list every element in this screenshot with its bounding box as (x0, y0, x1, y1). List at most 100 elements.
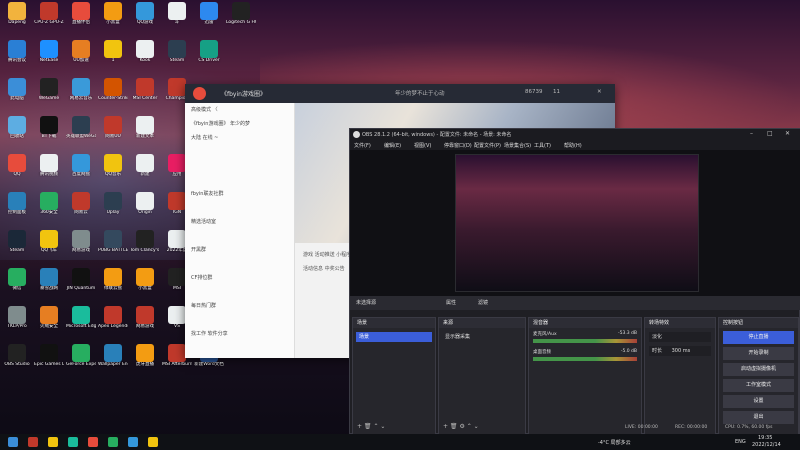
desktop-icon[interactable]: 虎牙直播 (130, 344, 160, 378)
desktop-icon[interactable]: CS Driver (194, 40, 224, 74)
desktop-icon[interactable]: 网易游戏 (66, 230, 96, 264)
maximize-icon[interactable]: □ (767, 130, 773, 137)
obs-window[interactable]: OBS 28.1.2 (64-bit, windows) - 配置文件: 未命名… (349, 128, 800, 435)
chat-sidebar-item[interactable] (185, 159, 294, 173)
obs-preview[interactable] (350, 150, 800, 296)
desktop-icon[interactable]: 小黑盒 (130, 268, 160, 302)
desktop-icon[interactable]: Origin (130, 192, 160, 226)
desktop-icon[interactable]: PUBG BATTLEGROUNDS (98, 230, 128, 264)
scene-item[interactable]: 场景 (356, 332, 432, 342)
control-button[interactable]: 设置 (723, 395, 794, 408)
properties-button[interactable]: 属性 (446, 299, 456, 306)
desktop-icon[interactable]: 网易游戏 (130, 306, 160, 340)
chat-sidebar-item[interactable]: CF排位群 (185, 271, 294, 285)
chat-titlebar[interactable]: 《fbyin游戏圈》 年少的梦不止于心动 86739 11 ✕ (185, 84, 615, 103)
desktop-icon[interactable]: Uplay (98, 192, 128, 226)
folder-icon[interactable] (48, 437, 58, 447)
minimize-icon[interactable]: – (750, 130, 753, 137)
start-icon[interactable] (8, 437, 18, 447)
desktop-icon[interactable]: 直播伴侣 (66, 2, 96, 36)
chat-sidebar-item[interactable] (185, 173, 294, 187)
chat-sidebar-item[interactable]: 开黑群 (185, 243, 294, 257)
language-indicator[interactable]: ENG (735, 439, 746, 445)
chat-sidebar-item[interactable] (185, 201, 294, 215)
desktop-icon[interactable]: 控制面板 (2, 192, 32, 226)
desktop-icon[interactable]: 英雄联盟WeGame版 (66, 116, 96, 150)
obs-menu-item[interactable]: 视图(V) (414, 142, 431, 149)
chat-sidebar-item[interactable]: fbyin联友社群 (185, 187, 294, 201)
app-icon-2[interactable] (88, 437, 98, 447)
desktop-icon[interactable]: 小黑盒 (98, 2, 128, 36)
control-button[interactable]: 开始录制 (723, 347, 794, 360)
chat-sidebar-item[interactable]: 找工作 软件分享 (185, 327, 294, 341)
desktop-icon[interactable]: QQ音乐 (98, 154, 128, 188)
desktop-icon[interactable]: OBS Studio (2, 344, 32, 378)
desktop-icon[interactable]: 1 (98, 40, 128, 74)
desktop-icon[interactable]: UU加速 (66, 40, 96, 74)
desktop-icon[interactable]: 腾讯视频 (34, 154, 64, 188)
app-icon-1[interactable] (28, 437, 38, 447)
desktop-icon[interactable]: 网易UU (98, 116, 128, 150)
clock-date[interactable]: 2022/12/14 (752, 442, 781, 448)
desktop-icon[interactable]: 斗 (162, 2, 192, 36)
desktop-icon[interactable]: 百度网盘 (66, 154, 96, 188)
desktop-icon[interactable]: 绿联云盘 (98, 268, 128, 302)
desktop-icon[interactable]: NetEase (34, 40, 64, 74)
desktop-icon[interactable]: 暴雪战网 (34, 268, 64, 302)
desktop-icon[interactable]: MSI Center (130, 78, 160, 112)
obs-menu-item[interactable]: 帮助(H) (564, 142, 582, 149)
desktop-icon[interactable]: JIN Quantum (66, 268, 96, 302)
chat-sidebar-item[interactable]: 高级模式 〈 (185, 103, 294, 117)
obs-menu-item[interactable]: 编辑(E) (384, 142, 401, 149)
weather-text[interactable]: -4°C 局部多云 (598, 439, 631, 446)
chat-sidebar-item[interactable]: 《fbyin游戏圈》 年少的梦 (185, 117, 294, 131)
desktop-icon[interactable]: 腾讯会议 (2, 40, 32, 74)
filters-button[interactable]: 滤镜 (478, 299, 488, 306)
desktop-icon[interactable]: 此电脑 (2, 78, 32, 112)
transition-type-select[interactable]: 淡化 (649, 332, 711, 342)
app-icon-4[interactable] (128, 437, 138, 447)
chat-sidebar-item[interactable] (185, 145, 294, 159)
control-button[interactable]: 启动虚拟摄像机 (723, 363, 794, 376)
desktop-icon[interactable]: Dapeng (2, 2, 32, 36)
chat-sidebar-item[interactable] (185, 313, 294, 327)
desktop-icon[interactable]: QQ (2, 154, 32, 188)
volume-meter[interactable] (533, 339, 637, 343)
edge-icon[interactable] (68, 437, 78, 447)
desktop-icon[interactable]: 迅雷 (194, 2, 224, 36)
desktop-icon[interactable]: Tom Clancy's Rainbow Six (130, 230, 160, 264)
desktop-icon[interactable]: Steam (162, 40, 192, 74)
close-icon[interactable]: ✕ (597, 89, 602, 95)
transition-duration[interactable]: 时长 300 ms (649, 346, 711, 356)
desktop-icon[interactable]: 新建 (130, 154, 160, 188)
desktop-icon[interactable]: Epic Games Launcher (34, 344, 64, 378)
desktop-icon[interactable]: 新建文本 (130, 116, 160, 150)
obs-menu-item[interactable]: 配置文件(P) (474, 142, 501, 149)
desktop-icon[interactable]: WeGame (34, 78, 64, 112)
obs-menu-item[interactable]: 工具(T) (534, 142, 551, 149)
app-icon-3[interactable] (108, 437, 118, 447)
desktop-icon[interactable]: GeForce Experience (66, 344, 96, 378)
desktop-icon[interactable]: Steam (2, 230, 32, 264)
desktop-icon[interactable]: Microsoft Edge (66, 306, 96, 340)
chat-sidebar-item[interactable] (185, 285, 294, 299)
desktop-icon[interactable]: Counter-Strike Global Off... (98, 78, 128, 112)
desktop-icon[interactable]: QQ飞车 (34, 230, 64, 264)
desktop-icon[interactable]: Kook (130, 40, 160, 74)
obs-menu-item[interactable]: 场景集合(S) (504, 142, 531, 149)
chat-sidebar-item[interactable] (185, 229, 294, 243)
desktop-icon[interactable]: 网易云 (66, 192, 96, 226)
desktop-icon[interactable]: Wallpaper Engine (98, 344, 128, 378)
app-icon-5[interactable] (148, 437, 158, 447)
control-button[interactable]: 工作室模式 (723, 379, 794, 392)
obs-menu-item[interactable]: 文件(F) (354, 142, 371, 149)
desktop-icon[interactable]: 网易云音乐 (66, 78, 96, 112)
desktop-icon[interactable]: 回收站 (2, 116, 32, 150)
desktop-icon[interactable]: 微信 (2, 268, 32, 302)
obs-titlebar[interactable]: OBS 28.1.2 (64-bit, windows) - 配置文件: 未命名… (350, 129, 800, 140)
desktop-icon[interactable]: 360安全 (34, 192, 64, 226)
control-button[interactable]: 停止直播 (723, 331, 794, 344)
chat-sidebar-item[interactable]: 大陆 在线 ~ (185, 131, 294, 145)
clock-time[interactable]: 19:35 (758, 435, 772, 441)
desktop-icon[interactable]: CPU-Z GPU-Z (34, 2, 64, 36)
